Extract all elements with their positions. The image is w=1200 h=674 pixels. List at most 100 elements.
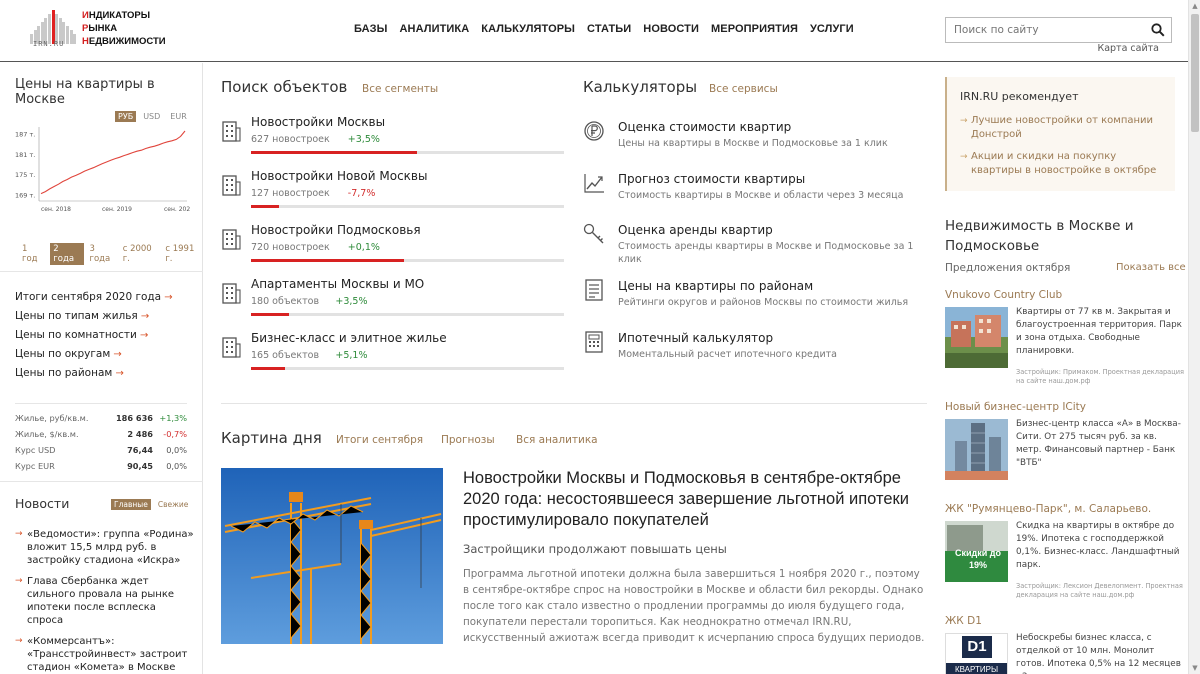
object-item[interactable]: Новостройки Москвы 627 новостроек +3,5%	[221, 115, 564, 165]
property-image[interactable]	[945, 307, 1008, 368]
period-option[interactable]: 1 год	[22, 243, 44, 265]
day-link[interactable]: Итоги сентября	[336, 434, 423, 446]
page-scrollbar[interactable]: ▲ ▼	[1188, 0, 1200, 674]
news-tab[interactable]: Свежие	[155, 499, 192, 510]
property-name[interactable]: ЖК "Румянцево-Парк", м. Саларьево.	[945, 503, 1151, 515]
price-link[interactable]: Цены по комнатности →	[15, 326, 173, 345]
day-link[interactable]: Прогнозы	[441, 434, 495, 446]
property-name[interactable]: Vnukovo Country Club	[945, 289, 1062, 301]
stat-label: Жилье, руб/кв.м.	[15, 413, 89, 423]
news-title: Новости	[15, 496, 70, 511]
news-item[interactable]: «Коммерсантъ»: «Трансстройинвест» застро…	[15, 635, 195, 674]
price-link[interactable]: Итоги сентября 2020 года →	[15, 288, 173, 307]
price-link[interactable]: Цены по районам →	[15, 364, 173, 383]
news-item[interactable]: «Ведомости»: группа «Родина» вложит 15,5…	[15, 528, 195, 567]
nav-item[interactable]: НОВОСТИ	[643, 23, 699, 35]
logo-domain: IRN.RU	[33, 40, 65, 48]
day-link[interactable]: Вся аналитика	[516, 434, 598, 446]
news-tabs: Главные Свежие	[111, 499, 191, 510]
news-item[interactable]: Глава Сбербанка ждет сильного провала на…	[15, 575, 195, 627]
news-tab[interactable]: Главные	[111, 499, 151, 510]
calculator-desc: Рейтинги округов и районов Москвы по сто…	[618, 297, 909, 308]
x-tick-label: сен. 2018	[41, 206, 71, 213]
arrow-right-icon: →	[112, 368, 124, 379]
property-image[interactable]: Скидки до 19%	[945, 521, 1008, 582]
stat-label: Курс USD	[15, 445, 56, 455]
logo-word: ЕДВИЖИМОСТИ	[88, 36, 166, 47]
currency-option[interactable]: РУБ	[115, 111, 137, 122]
story-text: Программа льготной ипотеки должна была з…	[463, 568, 925, 644]
search-objects-title: Поиск объектов	[221, 78, 348, 96]
period-option[interactable]: с 2000 г.	[123, 243, 160, 265]
scrollbar-thumb[interactable]	[1191, 14, 1199, 132]
stat-label: Курс EUR	[15, 461, 55, 471]
all-segments-link[interactable]: Все сегменты	[362, 83, 438, 95]
object-progress-fill	[251, 313, 289, 316]
nav-item[interactable]: УСЛУГИ	[810, 23, 854, 35]
property-image[interactable]: D1 КВАРТИРЫ	[945, 633, 1008, 674]
recommend-item[interactable]: Лучшие новостройки от компании Донстрой	[960, 114, 1170, 142]
divider	[221, 403, 927, 404]
nav-item[interactable]: АНАЛИТИКА	[400, 23, 470, 35]
nav-item[interactable]: КАЛЬКУЛЯТОРЫ	[481, 23, 575, 35]
property-name[interactable]: ЖК D1	[945, 615, 982, 627]
recommend-item[interactable]: Акции и скидки на покупку квартиры в нов…	[960, 150, 1170, 178]
recommend-box: IRN.RU рекомендует Лучшие новостройки от…	[945, 77, 1175, 191]
nav-item[interactable]: СТАТЬИ	[587, 23, 631, 35]
y-tick-label: 187 т.	[15, 131, 35, 139]
currency-option[interactable]: USD	[140, 111, 163, 122]
logo-word: ЫНКА	[88, 23, 118, 34]
stat-value: 90,45	[127, 461, 153, 471]
property-desc: Небоскребы бизнес класса, с отделкой от …	[1016, 633, 1181, 674]
object-delta: +3,5%	[335, 296, 368, 307]
calculators-title: Калькуляторы	[583, 78, 698, 96]
price-link[interactable]: Цены по типам жилья →	[15, 307, 173, 326]
object-progress	[251, 259, 564, 262]
object-title: Бизнес-класс и элитное жилье	[251, 331, 447, 345]
scroll-down-icon[interactable]: ▼	[1191, 664, 1199, 672]
nav-item[interactable]: МЕРОПРИЯТИЯ	[711, 23, 798, 35]
stat-change: 0,0%	[166, 461, 187, 471]
calculator-desc: Стоимость аренды квартиры в Москве и Под…	[618, 241, 914, 265]
property-image[interactable]	[945, 419, 1008, 480]
property-name[interactable]: Новый бизнес-центр ICity	[945, 401, 1086, 413]
price-links: Итоги сентября 2020 года → Цены по типам …	[15, 288, 173, 383]
story-headline[interactable]: Новостройки Москвы и Подмосковья в сентя…	[463, 468, 928, 531]
search-icon[interactable]	[1151, 23, 1165, 37]
calculator-title: Прогноз стоимости квартиры	[618, 172, 806, 186]
object-title: Апартаменты Москвы и МО	[251, 277, 425, 291]
calculator-desc: Моментальный расчет ипотечного кредита	[618, 349, 837, 360]
object-count: 180 объектов	[251, 296, 320, 307]
price-link[interactable]: Цены по округам →	[15, 345, 173, 364]
currency-option[interactable]: EUR	[167, 111, 189, 122]
site-logo[interactable]: IRN.RU ИНДИКАТОРЫ РЫНКА НЕДВИЖИМОСТИ	[30, 8, 175, 50]
object-progress	[251, 367, 564, 370]
period-option[interactable]: с 1991 г.	[165, 243, 202, 265]
y-tick-label: 169 т.	[15, 191, 35, 199]
building-icon	[221, 280, 241, 304]
object-progress	[251, 313, 564, 316]
arrow-right-icon: →	[136, 330, 149, 341]
x-tick-label: сен. 2019	[102, 206, 132, 213]
object-item[interactable]: Апартаменты Москвы и МО 180 объектов +3,5%	[221, 277, 564, 327]
story-photo[interactable]	[221, 468, 443, 644]
all-services-link[interactable]: Все сервисы	[709, 83, 778, 95]
scroll-up-icon[interactable]: ▲	[1191, 2, 1199, 10]
sitemap-link[interactable]: Карта сайта	[1097, 43, 1159, 54]
y-tick-label: 181 т.	[15, 151, 35, 159]
object-item[interactable]: Новостройки Подмосковья 720 новостроек +0,…	[221, 223, 564, 273]
object-item[interactable]: Бизнес-класс и элитное жилье 165 объектов…	[221, 331, 564, 381]
stat-value: 76,44	[127, 445, 153, 455]
object-item[interactable]: Новостройки Новой Москвы 127 новостроек -7…	[221, 169, 564, 219]
price-link-label: Цены по типам жилья	[15, 310, 138, 322]
show-all-link[interactable]: Показать все	[1116, 262, 1186, 273]
nav-item[interactable]: БАЗЫ	[354, 23, 388, 35]
stat-value: 186 636	[115, 413, 153, 423]
period-option[interactable]: 3 года	[90, 243, 117, 265]
search-input[interactable]	[946, 18, 1146, 42]
cranes-image	[221, 468, 443, 644]
object-count: 627 новостроек	[251, 134, 330, 145]
price-link-label: Цены по округам	[15, 348, 111, 360]
period-option[interactable]: 2 года	[50, 243, 84, 265]
stat-value: 2 486	[127, 429, 153, 439]
